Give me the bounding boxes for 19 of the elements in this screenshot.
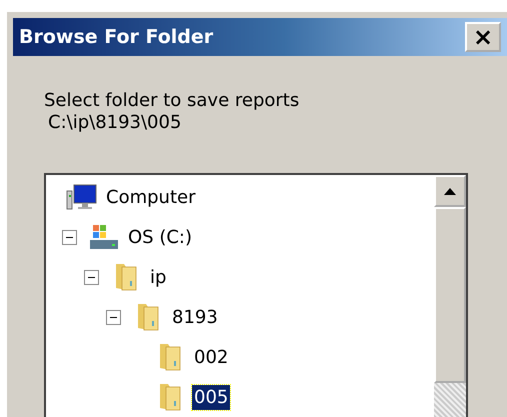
description-text: Select folder to save reports (44, 90, 300, 112)
drive-icon (88, 223, 120, 251)
close-button[interactable]: × (465, 22, 501, 52)
window-title: Browse For Folder (19, 26, 214, 48)
scroll-up-button[interactable] (434, 175, 466, 207)
tree-item[interactable]: 002 (192, 344, 230, 370)
tree-item[interactable]: Computer (104, 184, 198, 210)
vertical-scrollbar[interactable] (434, 175, 466, 417)
collapse-toggle[interactable] (84, 270, 99, 284)
computer-icon (66, 183, 98, 211)
up-arrow-icon (444, 188, 456, 194)
tree-item[interactable]: 8193 (170, 304, 220, 330)
collapse-toggle[interactable] (62, 230, 77, 244)
tree-item[interactable]: OS (C:) (126, 224, 194, 250)
scroll-thumb[interactable] (434, 207, 466, 383)
collapse-toggle[interactable] (106, 310, 121, 324)
selected-path: C:\ip\8193\005 (47, 112, 182, 134)
tree-item[interactable]: 005 (192, 384, 230, 410)
tree-item[interactable]: ip (148, 264, 168, 290)
